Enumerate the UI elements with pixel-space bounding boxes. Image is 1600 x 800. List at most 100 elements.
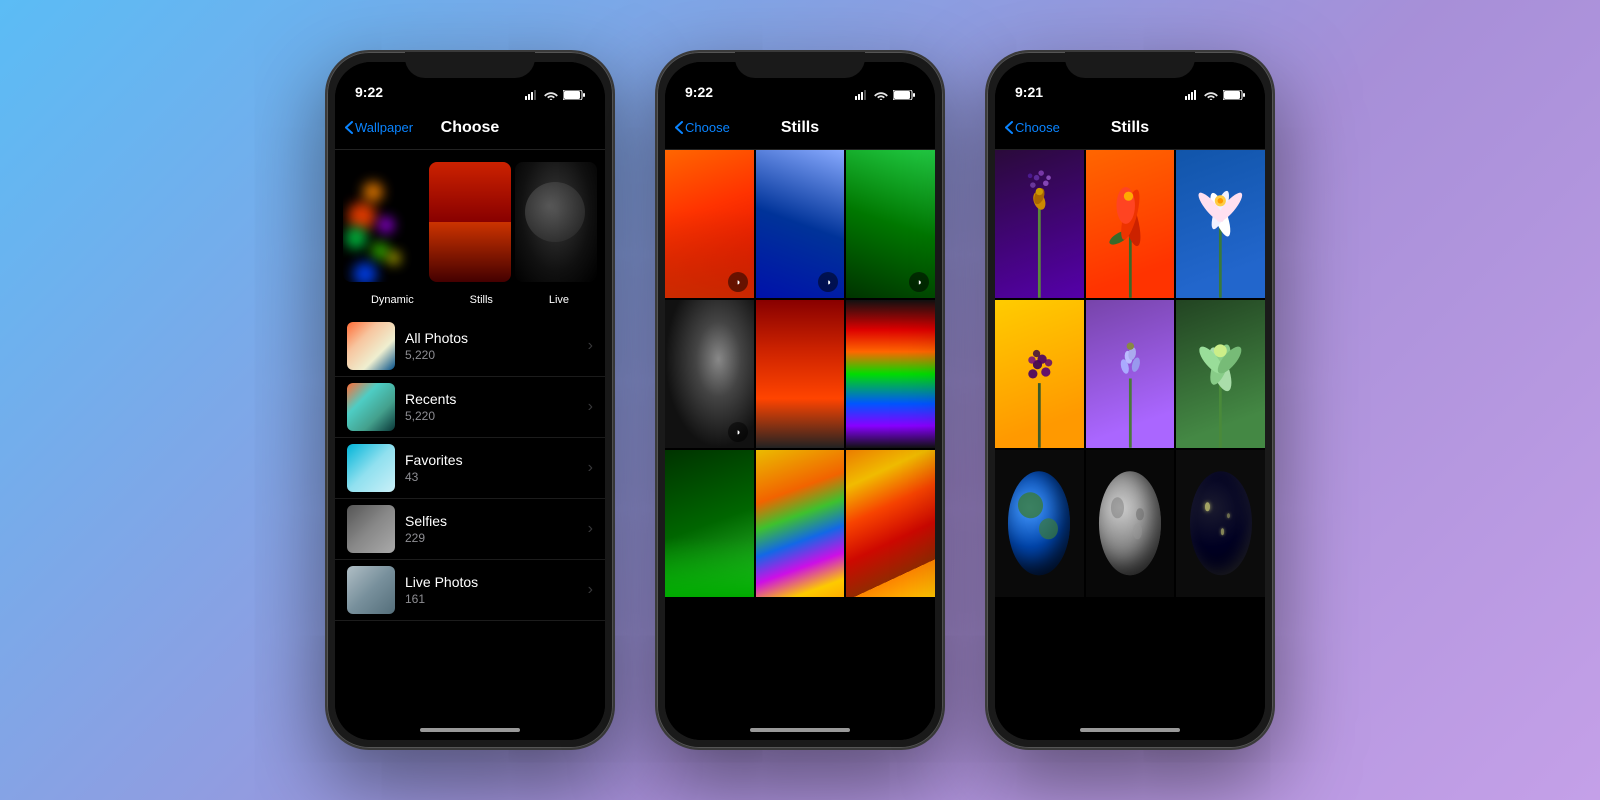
nav-bar-2: Choose Stills xyxy=(665,106,935,150)
wifi-icon-3 xyxy=(1204,90,1218,100)
phone-2-screen: 9:22 Choose Stills ◑ xyxy=(665,62,935,740)
favorites-thumb xyxy=(347,444,395,492)
status-icons-3 xyxy=(1185,90,1245,100)
lavender-flower-svg xyxy=(1086,300,1175,448)
stills-preview[interactable] xyxy=(429,162,511,282)
nav-bar-3: Choose Stills xyxy=(995,106,1265,150)
album-all-photos[interactable]: All Photos 5,220 › xyxy=(335,316,605,377)
home-indicator-3 xyxy=(995,720,1265,740)
cell-indicator-4: ◑ xyxy=(728,422,748,442)
night-earth-sphere xyxy=(1190,472,1252,575)
live-thumb xyxy=(347,566,395,614)
nav-title-3: Stills xyxy=(1111,119,1149,137)
photo-albums-list: All Photos 5,220 › Recents 5,220 › xyxy=(335,316,605,621)
flower-cell-green[interactable] xyxy=(1176,300,1265,448)
purple-flower-svg xyxy=(995,150,1084,298)
chevron-icon-2: › xyxy=(588,459,593,477)
chevron-icon-1: › xyxy=(588,398,593,416)
selfies-thumb xyxy=(347,505,395,553)
phone-1-screen: 9:22 Wallpaper Choose xyxy=(335,62,605,740)
phone-3: 9:21 Choose Stills xyxy=(985,50,1275,750)
grid-cell-orange[interactable]: ◑ xyxy=(665,150,754,298)
phone-2: 9:22 Choose Stills ◑ xyxy=(655,50,945,750)
moon-sphere xyxy=(1099,472,1161,575)
grid-cell-green[interactable]: ◑ xyxy=(846,150,935,298)
red-flower-svg xyxy=(1086,150,1175,298)
grid-cell-rainbow[interactable] xyxy=(846,300,935,448)
status-bar-3: 9:21 xyxy=(995,62,1265,106)
flower-cell-blue[interactable] xyxy=(1176,150,1265,298)
flower-cell-yellow[interactable] xyxy=(995,300,1084,448)
status-bar-2: 9:22 xyxy=(665,62,935,106)
wifi-icon-2 xyxy=(874,90,888,100)
nav-title-2: Stills xyxy=(781,119,819,137)
stills-label: Stills xyxy=(470,290,493,316)
flower-cell-red[interactable] xyxy=(1086,150,1175,298)
blue-flower-svg xyxy=(1176,150,1265,298)
recents-count: 5,220 xyxy=(405,409,578,423)
stills-grid-screen: ◑ ◑ ◑ ◑ xyxy=(665,150,935,720)
back-button-3[interactable]: Choose xyxy=(1005,120,1060,135)
phone-1: 9:22 Wallpaper Choose xyxy=(325,50,615,750)
earth-sphere xyxy=(1008,472,1070,575)
dynamic-label: Dynamic xyxy=(371,290,414,316)
battery-icon-3 xyxy=(1223,90,1245,100)
flower-cell-purple[interactable] xyxy=(995,150,1084,298)
grid-cell-blue[interactable]: ◑ xyxy=(756,150,845,298)
album-recents[interactable]: Recents 5,220 › xyxy=(335,377,605,438)
status-bar-1: 9:22 xyxy=(335,62,605,106)
selfies-count: 229 xyxy=(405,531,578,545)
dynamic-preview[interactable] xyxy=(343,162,425,282)
album-favorites[interactable]: Favorites 43 › xyxy=(335,438,605,499)
favorites-count: 43 xyxy=(405,470,578,484)
status-icons-1 xyxy=(525,90,585,100)
recents-name: Recents xyxy=(405,391,578,407)
album-selfies[interactable]: Selfies 229 › xyxy=(335,499,605,560)
grid-cell-darkswirl[interactable]: ◑ xyxy=(665,300,754,448)
back-chevron-icon-3 xyxy=(1005,121,1013,134)
cell-indicator-2: ◑ xyxy=(818,272,838,292)
back-button-2[interactable]: Choose xyxy=(675,120,730,135)
grid-cell-orangestripe[interactable] xyxy=(846,450,935,598)
live-name: Live Photos xyxy=(405,574,578,590)
time-1: 9:22 xyxy=(355,84,383,100)
cell-indicator-3: ◑ xyxy=(909,272,929,292)
all-photos-name: All Photos xyxy=(405,330,578,346)
selfies-name: Selfies xyxy=(405,513,578,529)
stills-grid: ◑ ◑ ◑ ◑ xyxy=(665,150,935,597)
recents-thumb xyxy=(347,383,395,431)
live-preview[interactable] xyxy=(515,162,597,282)
live-label: Live xyxy=(549,290,569,316)
home-bar-3 xyxy=(1080,728,1180,732)
time-3: 9:21 xyxy=(1015,84,1043,100)
cell-indicator-1: ◑ xyxy=(728,272,748,292)
signal-icon-3 xyxy=(1185,90,1199,100)
back-button-1[interactable]: Wallpaper xyxy=(345,120,413,135)
flower-grid xyxy=(995,150,1265,597)
nav-bar-1: Wallpaper Choose xyxy=(335,106,605,150)
all-photos-count: 5,220 xyxy=(405,348,578,362)
album-live[interactable]: Live Photos 161 › xyxy=(335,560,605,621)
back-chevron-icon-2 xyxy=(675,121,683,134)
chevron-icon-0: › xyxy=(588,337,593,355)
chevron-icon-4: › xyxy=(588,581,593,599)
status-icons-2 xyxy=(855,90,915,100)
all-photos-thumb xyxy=(347,322,395,370)
flower-cell-lavender[interactable] xyxy=(1086,300,1175,448)
grid-cell-yellowstripe[interactable] xyxy=(756,450,845,598)
nav-title-1: Choose xyxy=(441,119,500,137)
battery-icon-2 xyxy=(893,90,915,100)
night-earth-cell[interactable] xyxy=(1176,450,1265,598)
home-bar-1 xyxy=(420,728,520,732)
choose-screen: Dynamic Stills Live All Photos 5,220 › xyxy=(335,150,605,720)
grid-cell-redwave[interactable] xyxy=(756,300,845,448)
signal-icon xyxy=(525,90,539,100)
moon-cell[interactable] xyxy=(1086,450,1175,598)
home-bar-2 xyxy=(750,728,850,732)
grid-cell-greenstripe[interactable] xyxy=(665,450,754,598)
battery-icon xyxy=(563,90,585,100)
chevron-icon-3: › xyxy=(588,520,593,538)
earth-cell[interactable] xyxy=(995,450,1084,598)
back-chevron-icon xyxy=(345,121,353,134)
flower-grid-screen xyxy=(995,150,1265,720)
